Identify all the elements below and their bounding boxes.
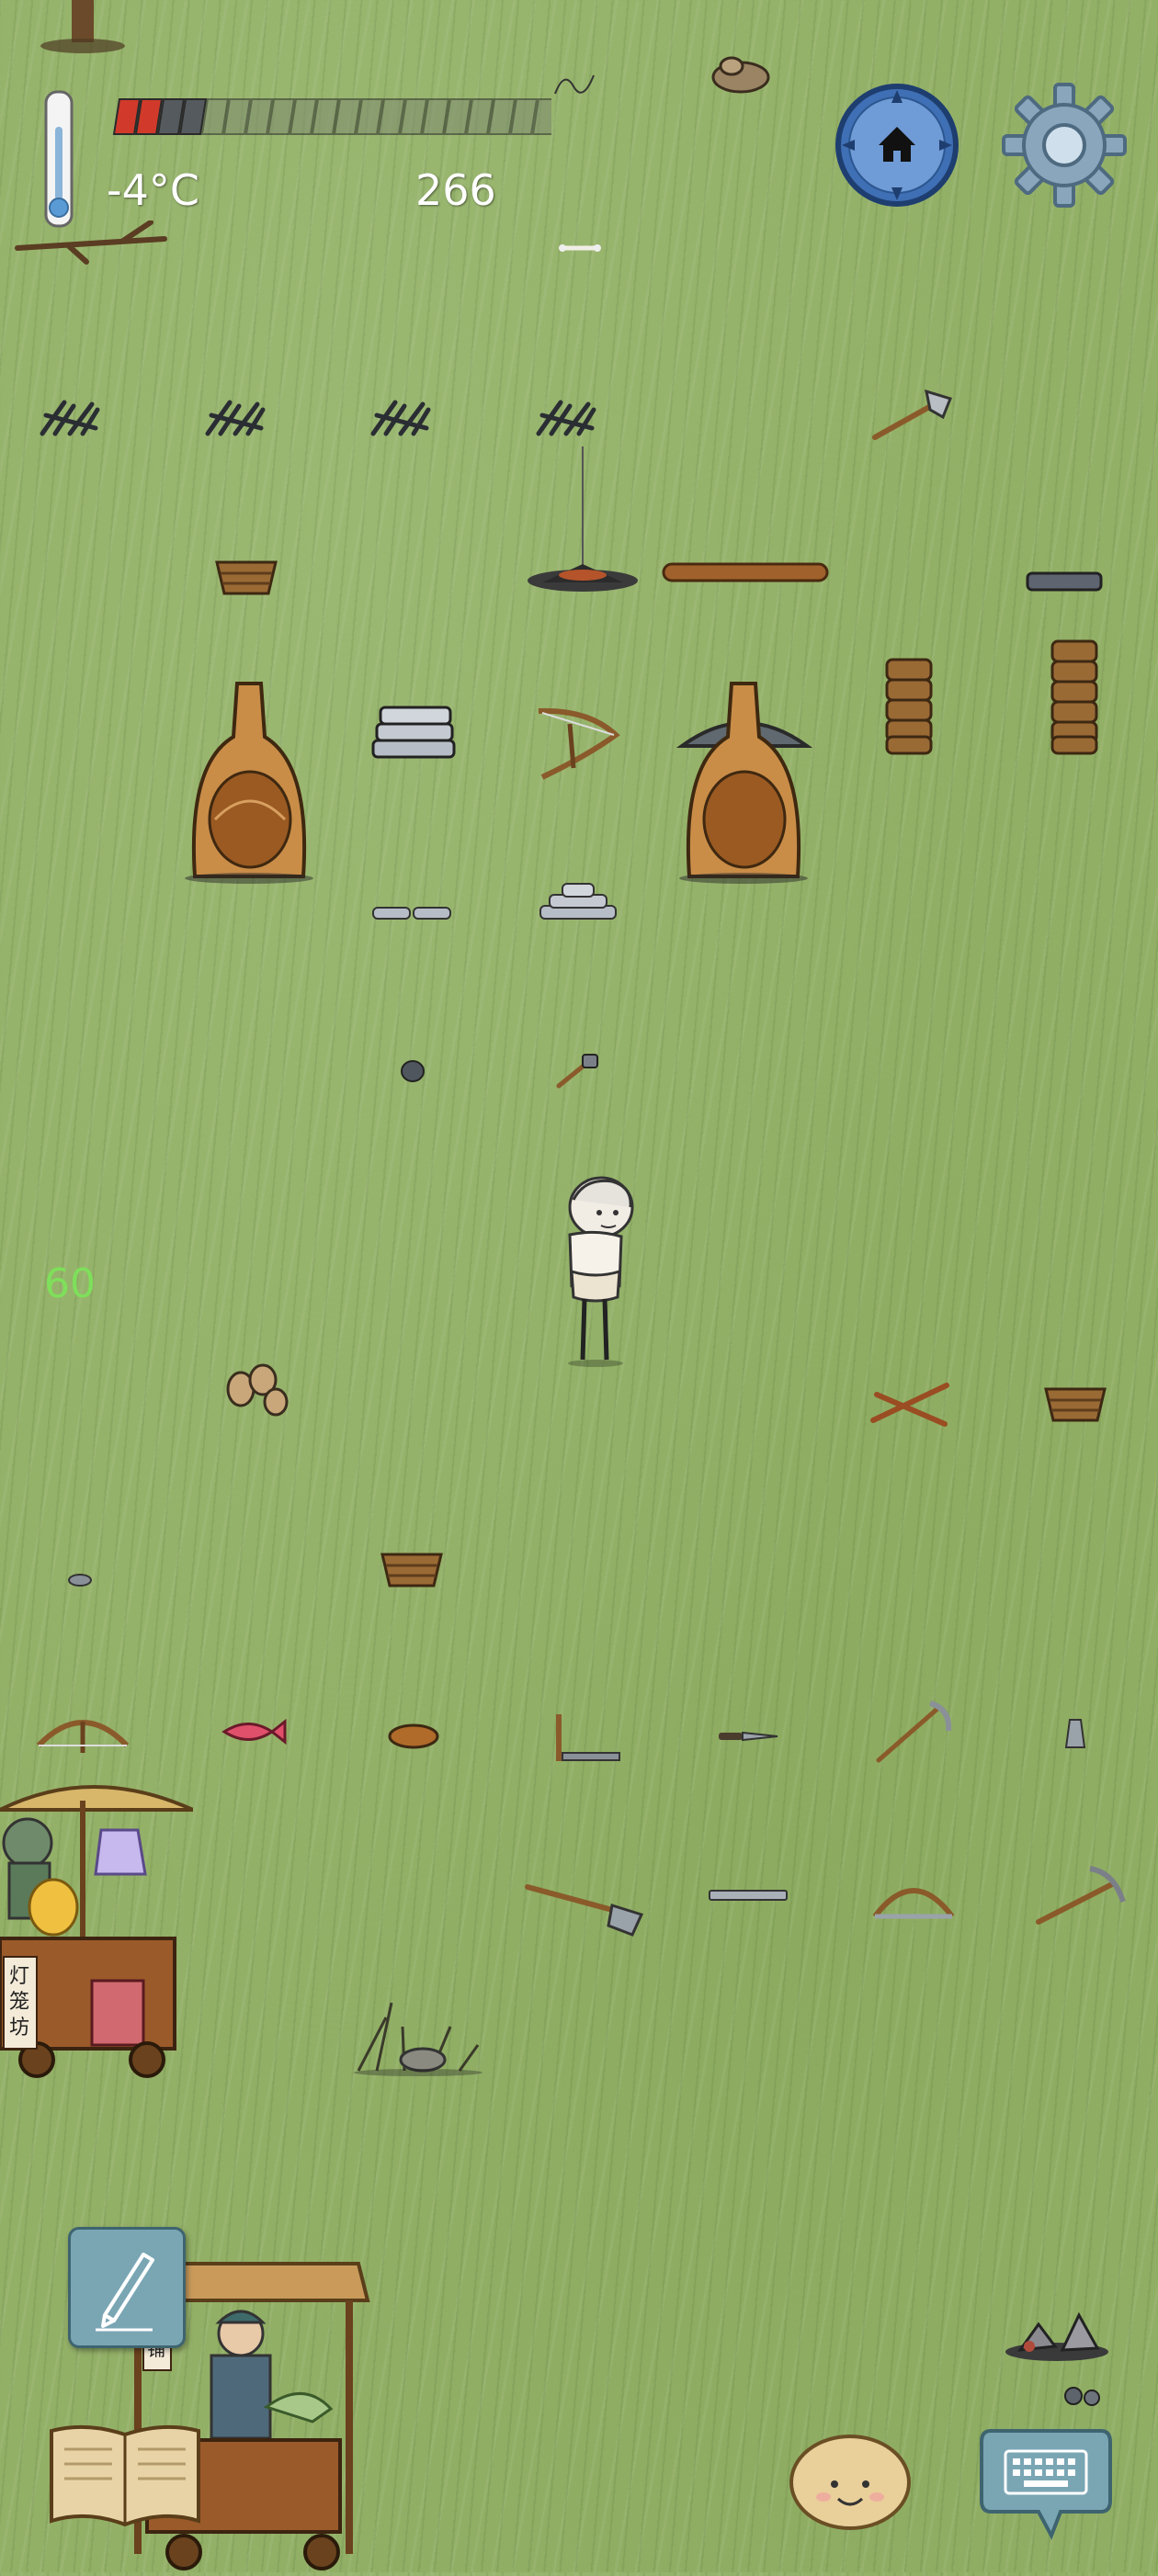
settings-button[interactable]: [998, 79, 1130, 211]
open-book-icon: [50, 2424, 200, 2527]
player-character[interactable]: [544, 1176, 647, 1369]
chisel-blade[interactable]: [1062, 1718, 1088, 1751]
hunger-pip-empty: [222, 98, 252, 135]
dry-grass-with-rock[interactable]: [349, 1999, 487, 2076]
ore-rocks[interactable]: [1002, 2304, 1112, 2363]
knife[interactable]: [717, 1727, 779, 1746]
log[interactable]: [662, 560, 829, 584]
dry-bush[interactable]: [368, 397, 434, 439]
hunger-pip-empty: [421, 98, 450, 135]
charcoal-kiln[interactable]: [673, 682, 816, 884]
thermometer-icon: [44, 90, 74, 228]
axe[interactable]: [869, 386, 954, 443]
dry-bush[interactable]: [533, 397, 599, 439]
dry-bush[interactable]: [37, 397, 103, 439]
hunger-pip-empty: [465, 98, 494, 135]
hunger-pip-empty: [311, 98, 340, 135]
basket-stack[interactable]: [884, 656, 934, 757]
hunger-pip-empty: [178, 98, 208, 135]
lantern-stall[interactable]: 灯笼坊: [0, 1773, 194, 2085]
hunger-pip-empty: [333, 98, 362, 135]
dry-bush[interactable]: [202, 397, 268, 439]
tree-stump[interactable]: [37, 0, 129, 55]
small-stones[interactable]: [1061, 2381, 1107, 2409]
pencil-icon: [96, 2253, 154, 2332]
flat-stone[interactable]: [1026, 570, 1103, 593]
rock-pile[interactable]: [704, 46, 778, 97]
hunger-pip-empty: [509, 98, 539, 135]
bread-loaf[interactable]: [386, 1720, 441, 1749]
crossbow[interactable]: [35, 1709, 131, 1755]
house-icon: [835, 84, 959, 207]
emote-button[interactable]: [787, 2429, 914, 2532]
hunger-pip-empty: [377, 98, 406, 135]
hunger-bar: [110, 96, 561, 138]
hunger-pip-empty: [487, 98, 517, 135]
flat-stones[interactable]: [371, 904, 454, 922]
basket-stack-tall[interactable]: [1050, 638, 1099, 757]
edit-button[interactable]: [68, 2227, 186, 2348]
raw-fish[interactable]: [221, 1716, 287, 1747]
fire-pit[interactable]: [524, 446, 643, 593]
small-bone[interactable]: [557, 239, 603, 257]
basket[interactable]: [1042, 1380, 1108, 1424]
hunger-pip-empty: [443, 98, 472, 135]
hoe[interactable]: [873, 1700, 952, 1766]
keyboard-button[interactable]: [978, 2422, 1114, 2541]
bow-saw[interactable]: [869, 1874, 958, 1926]
recipe-book-button[interactable]: [44, 2422, 206, 2532]
pebble[interactable]: [66, 1573, 94, 1587]
hunger-pip-empty: [156, 98, 186, 135]
basket[interactable]: [379, 1545, 445, 1589]
temperature-gauge: [40, 90, 77, 228]
hunger-pip-filled: [112, 98, 142, 135]
carpenter-square[interactable]: [550, 1711, 623, 1766]
hunger-pip-empty: [200, 98, 230, 135]
hunger-pip-empty: [289, 98, 318, 135]
thread[interactable]: [551, 70, 597, 97]
home-button[interactable]: [834, 83, 959, 208]
smiling-face-icon: [789, 2435, 911, 2530]
basket[interactable]: [213, 553, 279, 597]
temperature-readout: -4°C: [107, 165, 199, 215]
pickaxe[interactable]: [1035, 1861, 1130, 1929]
bow-drill[interactable]: [533, 704, 621, 783]
flat-stone-pile[interactable]: [537, 880, 619, 922]
side-counter: 60: [44, 1260, 96, 1307]
score-counter: 266: [415, 165, 496, 215]
round-stone[interactable]: [399, 1058, 426, 1084]
hunger-pip-empty: [267, 98, 296, 135]
gear-icon: [1002, 83, 1127, 208]
hunger-pip-empty: [244, 98, 274, 135]
shovel[interactable]: [524, 1878, 645, 1937]
hunger-pip-filled: [134, 98, 164, 135]
file-tool[interactable]: [708, 1887, 789, 1904]
hunger-pip-empty: [355, 98, 384, 135]
keyboard-icon: [980, 2429, 1112, 2540]
adobe-kiln[interactable]: [182, 682, 316, 884]
stone-stack[interactable]: [369, 698, 458, 763]
hunger-pip-empty: [399, 98, 428, 135]
crossed-sticks[interactable]: [868, 1378, 954, 1429]
fallen-branch[interactable]: [13, 220, 169, 266]
mushrooms[interactable]: [222, 1361, 292, 1420]
hammer[interactable]: [555, 1053, 601, 1090]
lantern-stall-sign: 灯笼坊: [9, 1965, 30, 2039]
